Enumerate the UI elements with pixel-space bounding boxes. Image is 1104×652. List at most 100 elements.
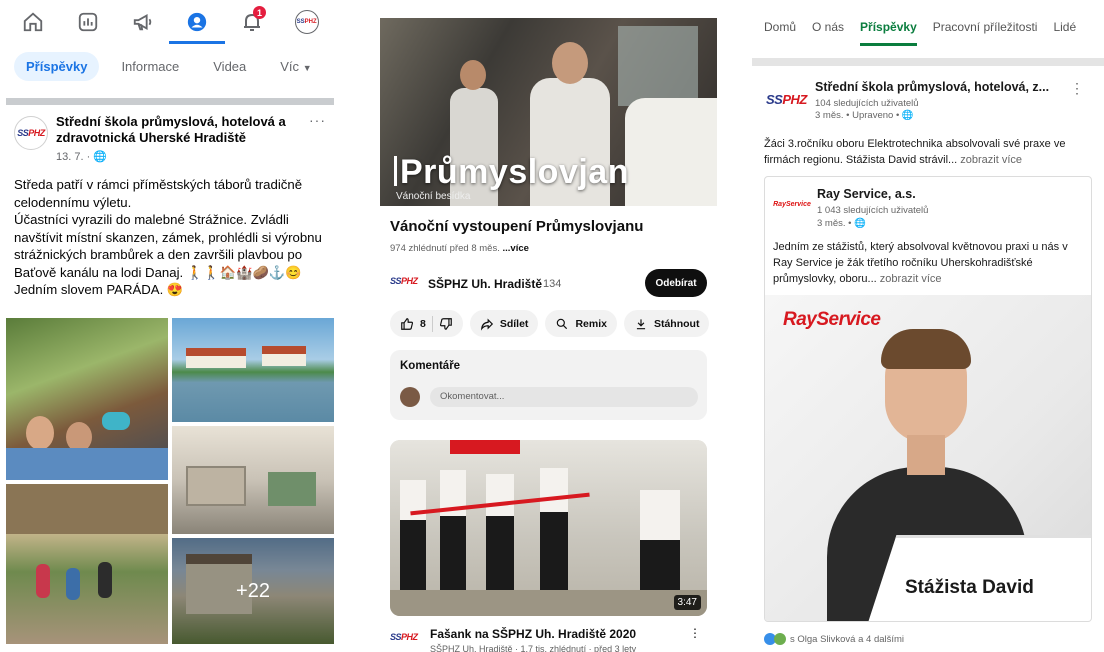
- subtab-posts[interactable]: Příspěvky: [14, 52, 100, 81]
- reactions-summary[interactable]: s Olga Slivková a 4 dalšími: [764, 633, 904, 645]
- photo-kids-group[interactable]: [6, 318, 168, 480]
- video-views-date: 974 zhlédnutí před 8 měs.: [390, 243, 500, 254]
- post-text: Středa patří v rámci příměstských táborů…: [14, 176, 332, 299]
- subtab-more[interactable]: Víc ▼: [268, 52, 323, 81]
- hero-violinist-head: [552, 42, 588, 84]
- tab-jobs[interactable]: Pracovní příležitosti: [933, 20, 1038, 46]
- comments-section[interactable]: Komentáře Okomentovat...: [390, 350, 707, 420]
- facebook-page-panel: 1 SS PHZ Příspěvky Informace Videa Víc ▼ …: [0, 0, 340, 652]
- photo-chateau-lake[interactable]: [172, 318, 334, 422]
- intern-photo[interactable]: RayService Stážista David: [765, 295, 1091, 621]
- post-date: 13. 7. ·: [56, 151, 94, 163]
- shared-company-name[interactable]: Ray Service, a.s.: [817, 187, 916, 201]
- page-name[interactable]: Střední škola průmyslová, hotelová a zdr…: [56, 114, 296, 146]
- page-avatar[interactable]: SS PHZ: [14, 116, 48, 150]
- hero-title-text: Průmyslovjan: [400, 153, 629, 191]
- remix-icon: [557, 318, 568, 329]
- video2-title[interactable]: Fašank na SŠPHZ Uh. Hradiště 2020: [430, 627, 636, 641]
- video-thumbnail[interactable]: 3:47: [390, 440, 707, 616]
- hero-window: [618, 26, 698, 106]
- profile-icon: [188, 12, 207, 32]
- hero-right-shirt: [625, 98, 717, 206]
- video-player[interactable]: Průmyslovjan Vánoční besídka: [380, 18, 717, 206]
- video-title: Vánoční vystoupení Průmyslovjanu: [390, 218, 644, 235]
- tab-dashboard[interactable]: [68, 2, 108, 42]
- company-logo[interactable]: SS PHZ: [766, 92, 807, 107]
- tab-notifications[interactable]: 1: [232, 2, 272, 42]
- shared-company-followers: 1 043 sledujících uživatelů: [817, 205, 929, 216]
- tab-home[interactable]: [13, 2, 53, 42]
- facebook-subtabs: Příspěvky Informace Videa Víc ▼: [14, 52, 324, 81]
- subtab-about[interactable]: Informace: [109, 52, 191, 81]
- globe-icon: 🌐: [901, 110, 914, 121]
- tab-profile[interactable]: [169, 2, 226, 44]
- like-divider: [431, 315, 433, 332]
- photo-factory-tour[interactable]: [172, 426, 334, 534]
- tab-promote[interactable]: [123, 2, 163, 42]
- tab-about[interactable]: O nás: [812, 20, 844, 46]
- neck: [907, 435, 945, 475]
- youtube-video-panel: Průmyslovjan Vánoční besídka Vánoční vys…: [380, 0, 717, 652]
- hero-title-bar: [394, 156, 397, 186]
- thumbs-down-icon: [439, 317, 452, 330]
- company-tabs: Domů O nás Příspěvky Pracovní příležitos…: [752, 20, 1076, 46]
- subscriber-count: 134: [543, 278, 562, 290]
- tab-page-switch[interactable]: SS PHZ: [287, 2, 327, 42]
- comment-input[interactable]: Okomentovat...: [430, 387, 698, 407]
- post-time: 3 měs. • Upraveno • 🌐: [815, 110, 914, 121]
- globe-icon: 🌐: [93, 151, 107, 163]
- remix-button[interactable]: Remix: [545, 310, 617, 337]
- post-paragraph: Středa patří v rámci příměstských táborů…: [14, 177, 303, 210]
- hero-subtitle: Vánoční besídka: [396, 191, 471, 202]
- logo-ss-text: SS: [390, 632, 402, 642]
- tab-home[interactable]: Domů: [764, 20, 796, 46]
- logo-phz-text: PHZ: [401, 276, 418, 286]
- share-button[interactable]: Sdílet: [469, 310, 539, 337]
- dashboard-icon: [78, 12, 98, 32]
- see-more-link[interactable]: zobrazit více: [957, 154, 1022, 166]
- video2-options-button[interactable]: ⋮: [689, 626, 701, 640]
- more-photos-overlay[interactable]: +22: [172, 538, 334, 644]
- post-options-button[interactable]: ···: [309, 112, 326, 128]
- photo-castle-more[interactable]: +22: [172, 538, 334, 644]
- tab-people[interactable]: Lidé: [1053, 20, 1076, 46]
- download-label: Stáhnout: [653, 317, 700, 330]
- channel-name[interactable]: SŠPHZ Uh. Hradiště: [428, 277, 542, 291]
- home-icon: [24, 12, 43, 32]
- intern-caption: Stážista David: [905, 577, 1034, 598]
- post-options-button[interactable]: ⋮: [1070, 80, 1084, 97]
- section-divider: [752, 58, 1104, 66]
- logo-ss-text: SS: [390, 276, 402, 286]
- dancer-2: [440, 470, 466, 590]
- post-paragraph: Účastníci vyrazili do malebné Strážnice.…: [14, 212, 322, 280]
- logo-phz-text: PHZ: [401, 632, 418, 642]
- share-icon: [480, 318, 493, 331]
- subscribe-button[interactable]: Odebírat: [645, 269, 707, 297]
- shared-post-time-text: 3 měs. •: [817, 218, 855, 229]
- ray-service-image-logo: RayService: [783, 309, 881, 330]
- page-avatar-icon: SS PHZ: [294, 10, 319, 34]
- hero-player-head: [460, 60, 486, 90]
- download-icon: [636, 318, 646, 329]
- shared-see-more-link[interactable]: zobrazit více: [877, 273, 942, 285]
- video-more-link[interactable]: ...více: [503, 243, 529, 254]
- channel-logo[interactable]: SS PHZ: [390, 276, 418, 286]
- ray-service-logo[interactable]: RayService: [773, 187, 811, 221]
- subtab-videos[interactable]: Videa: [201, 52, 258, 81]
- thumbs-up-icon: [401, 317, 414, 330]
- photo-grid: +22: [6, 318, 334, 644]
- facebook-tab-bar: 1 SS PHZ: [0, 0, 340, 44]
- photo-skanzen[interactable]: [6, 484, 168, 644]
- like-dislike-button[interactable]: 8: [390, 310, 463, 337]
- caret-down-icon: ▼: [302, 63, 312, 73]
- shared-post-card[interactable]: RayService Ray Service, a.s. 1 043 sledu…: [764, 176, 1092, 622]
- tab-posts[interactable]: Příspěvky: [860, 20, 917, 46]
- post-time-text: 3 měs. • Upraveno •: [815, 110, 902, 121]
- company-name[interactable]: Střední škola průmyslová, hotelová, z...: [815, 80, 1049, 94]
- floor: [390, 590, 707, 616]
- video-meta[interactable]: 974 zhlédnutí před 8 měs. ...více: [390, 243, 529, 254]
- channel-logo-small[interactable]: SS PHZ: [390, 632, 418, 642]
- download-button[interactable]: Stáhnout: [623, 310, 710, 337]
- dancer-1: [400, 480, 426, 590]
- subtab-more-label: Víc: [280, 59, 300, 74]
